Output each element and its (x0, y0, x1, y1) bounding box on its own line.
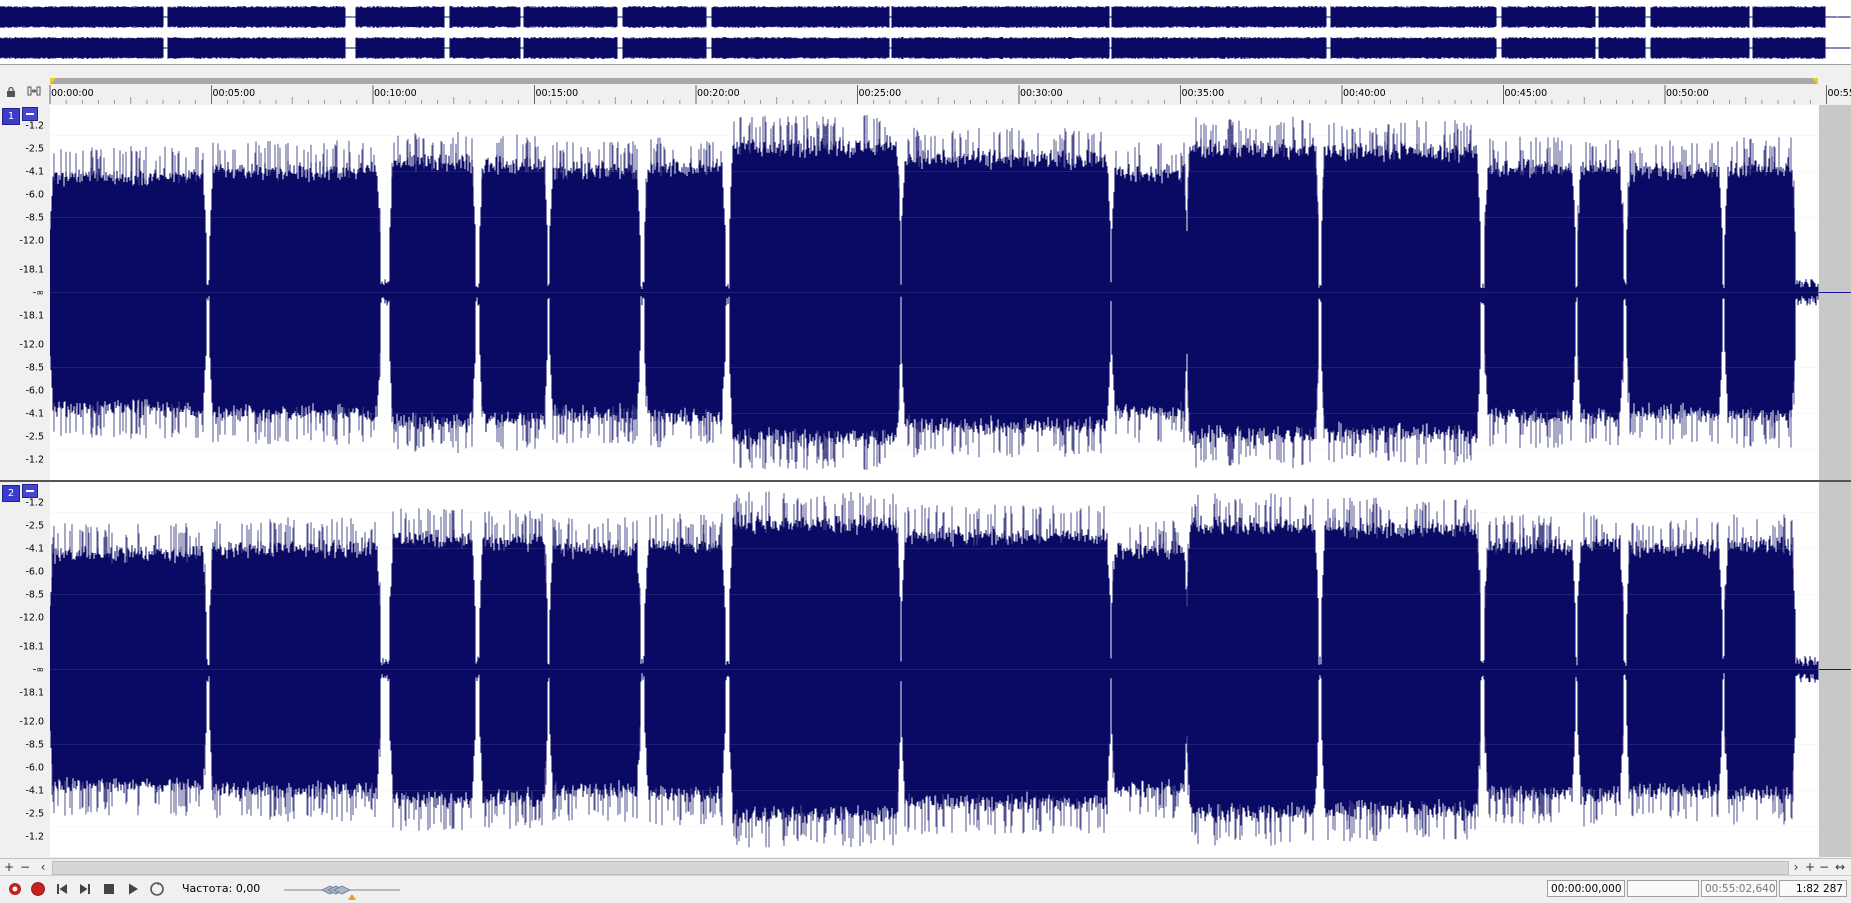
stop-icon[interactable] (100, 880, 118, 898)
go-to-start-icon[interactable] (53, 880, 71, 898)
db-scale-label: -4.1 (25, 785, 44, 796)
frequency-label: Частота: 0,00 (182, 882, 260, 895)
ruler-tick-label: 00:15:00 (536, 88, 579, 99)
channel-2-waveform[interactable] (50, 482, 1819, 857)
channel-2-gutter (1819, 482, 1851, 857)
horizontal-scrollbar[interactable]: + − ‹ › + − ↔ (0, 858, 1851, 875)
scroll-thumb[interactable] (52, 861, 1789, 875)
ruler-tick-label: 00:40:00 (1343, 88, 1386, 99)
timeline-ruler[interactable]: 00:00:00 00:05:00 00:10:00 00:15:00 00:20:00… (0, 77, 1851, 105)
overview-waveform-graphic (0, 0, 1851, 64)
lock-icon[interactable] (5, 86, 17, 98)
ruler-tick-label: 00:10:00 (374, 88, 417, 99)
ruler-tick-label: 00:20:00 (697, 88, 740, 99)
db-scale-label: -1.2 (25, 497, 44, 508)
overview-waveform[interactable] (0, 0, 1851, 65)
channel-2-badge[interactable]: 2 (2, 485, 20, 502)
db-scale-label: -8.5 (25, 589, 44, 600)
record-settings-icon[interactable] (6, 880, 24, 898)
db-scale-label: -∞ (33, 287, 44, 298)
zoom-out-button[interactable]: − (18, 860, 32, 874)
scroll-left-button[interactable]: ‹ (36, 860, 50, 874)
db-scale-label: -4.1 (25, 166, 44, 177)
channel-2-waveform-graphic (50, 482, 1819, 857)
db-scale-label: -12.0 (19, 716, 44, 727)
ruler-tick-label: 00:45:00 (1505, 88, 1548, 99)
zoom-fit-icon[interactable] (27, 85, 41, 97)
overview-channel-1 (0, 6, 1850, 28)
db-scale-label: -18.1 (19, 264, 44, 275)
zoom-out-button-right[interactable]: − (1817, 860, 1831, 874)
ruler-tick-label: 00:00:00 (51, 88, 94, 99)
db-scale-label: -18.1 (19, 641, 44, 652)
db-scale-label: -4.1 (25, 543, 44, 554)
db-scale-label: -1.2 (25, 454, 44, 465)
db-scale-label: -∞ (33, 664, 44, 675)
channel-2-panel: -1.2 -2.5 -4.1 -6.0 -8.5 -12.0 -18.1 -∞ -18.1 -12… (0, 482, 1851, 857)
channel-1-panel: -1.2 -2.5 -4.1 -6.0 -8.5 -12.0 -18.1 -∞ -18.1 -12… (0, 105, 1851, 480)
channel-1-waveform-graphic (50, 105, 1819, 480)
channel-1-db-axis: -1.2 -2.5 -4.1 -6.0 -8.5 -12.0 -18.1 -∞ -18.1 -12… (0, 105, 50, 480)
zoom-in-button[interactable]: + (2, 860, 16, 874)
transport-bar: Частота: 0,00 00:00:00,000 00:55:02,640 … (0, 875, 1851, 903)
record-icon[interactable] (29, 880, 47, 898)
db-scale-label: -2.5 (25, 520, 44, 531)
zoom-fit-button[interactable]: ↔ (1833, 860, 1847, 874)
go-to-end-icon[interactable] (76, 880, 94, 898)
db-scale-label: -2.5 (25, 808, 44, 819)
db-scale-label: -8.5 (25, 212, 44, 223)
db-scale-label: -12.0 (19, 235, 44, 246)
ruler-tick-label: 00:05:00 (213, 88, 256, 99)
overview-channel-2 (0, 37, 1850, 59)
channel-2-collapse-button[interactable] (22, 484, 38, 498)
channel-2-db-axis: -1.2 -2.5 -4.1 -6.0 -8.5 -12.0 -18.1 -∞ -18.1 -12… (0, 482, 50, 857)
ruler-tick-label: 00:50:00 (1666, 88, 1709, 99)
selection-start-field[interactable]: 00:00:00,000 (1547, 880, 1625, 897)
db-scale-label: -8.5 (25, 362, 44, 373)
play-icon[interactable] (124, 880, 142, 898)
db-scale-label: -6.0 (25, 189, 44, 200)
db-scale-label: -1.2 (25, 831, 44, 842)
ruler-tick-label: 00:35:00 (1182, 88, 1225, 99)
loop-icon[interactable] (148, 880, 166, 898)
db-scale-label: -4.1 (25, 408, 44, 419)
ruler-tick-label: 00:55:0 (1828, 88, 1851, 99)
ruler-tick-label: 00:25:00 (859, 88, 902, 99)
channel-1-waveform[interactable] (50, 105, 1819, 480)
speed-slider-icon[interactable] (282, 882, 402, 900)
db-scale-label: -1.2 (25, 120, 44, 131)
db-scale-label: -12.0 (19, 339, 44, 350)
ruler-range-bar[interactable] (50, 78, 1818, 84)
selection-length-field[interactable] (1627, 880, 1699, 897)
timeline-ruler-row: 00:00:00 00:05:00 00:10:00 00:15:00 00:20:00… (0, 77, 1851, 105)
db-scale-label: -6.0 (25, 385, 44, 396)
channel-1-badge[interactable]: 1 (2, 108, 20, 125)
ruler-tick-label: 00:30:00 (1020, 88, 1063, 99)
zoom-in-button-right[interactable]: + (1803, 860, 1817, 874)
db-scale-label: -6.0 (25, 566, 44, 577)
channel-1-gutter (1819, 105, 1851, 480)
db-scale-label: -12.0 (19, 612, 44, 623)
channel-1-collapse-button[interactable] (22, 107, 38, 121)
db-scale-label: -18.1 (19, 687, 44, 698)
db-scale-label: -2.5 (25, 143, 44, 154)
scroll-right-button[interactable]: › (1789, 860, 1803, 874)
zoom-ratio-field: 1:82 287 (1779, 880, 1847, 897)
db-scale-label: -2.5 (25, 431, 44, 442)
db-scale-label: -8.5 (25, 739, 44, 750)
db-scale-label: -6.0 (25, 762, 44, 773)
db-scale-label: -18.1 (19, 310, 44, 321)
total-length-field: 00:55:02,640 (1701, 880, 1777, 897)
